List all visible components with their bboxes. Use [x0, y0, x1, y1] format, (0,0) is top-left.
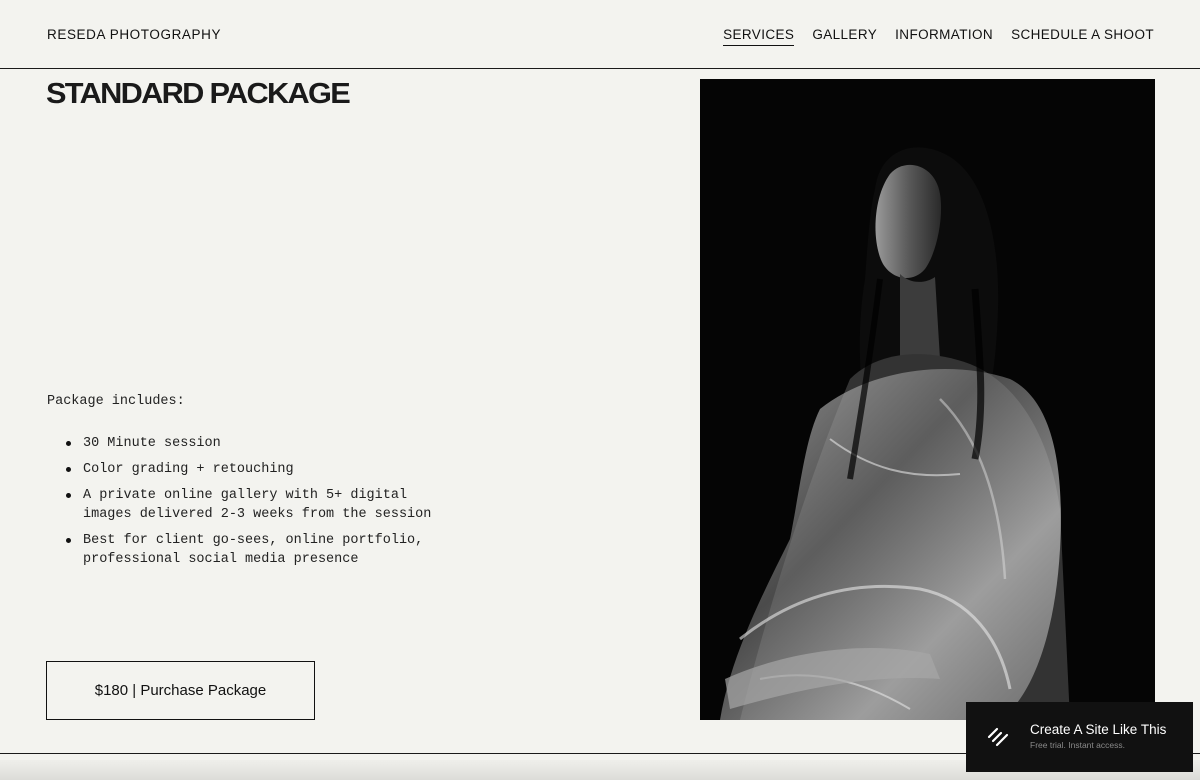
badge-subtitle: Free trial. Instant access.	[1030, 740, 1125, 750]
feature-item: 30 Minute session	[66, 434, 443, 453]
squarespace-logo-icon	[986, 726, 1010, 753]
nav-services[interactable]: SERVICES	[723, 27, 795, 46]
nav-schedule-a-shoot[interactable]: SCHEDULE A SHOOT	[1011, 27, 1154, 46]
main-nav: SERVICES GALLERY INFORMATION SCHEDULE A …	[723, 27, 1154, 46]
site-header: RESEDA PHOTOGRAPHY SERVICES GALLERY INFO…	[0, 0, 1200, 69]
purchase-package-button[interactable]: $180 | Purchase Package	[46, 661, 315, 720]
create-site-badge[interactable]: Create A Site Like This Free trial. Inst…	[966, 702, 1193, 772]
badge-title: Create A Site Like This	[1030, 722, 1167, 737]
package-intro: Package includes:	[47, 394, 185, 409]
page-title: STANDARD PACKAGE	[46, 78, 351, 110]
feature-item: A private online gallery with 5+ digital…	[66, 486, 443, 524]
nav-information[interactable]: INFORMATION	[895, 27, 993, 46]
portrait-photo	[700, 79, 1155, 720]
package-features-list: 30 Minute session Color grading + retouc…	[47, 434, 443, 576]
portrait-illustration	[700, 79, 1155, 720]
nav-gallery[interactable]: GALLERY	[812, 27, 877, 46]
feature-item: Color grading + retouching	[66, 460, 443, 479]
site-brand[interactable]: RESEDA PHOTOGRAPHY	[47, 27, 221, 42]
feature-item: Best for client go-sees, online portfoli…	[66, 531, 443, 569]
